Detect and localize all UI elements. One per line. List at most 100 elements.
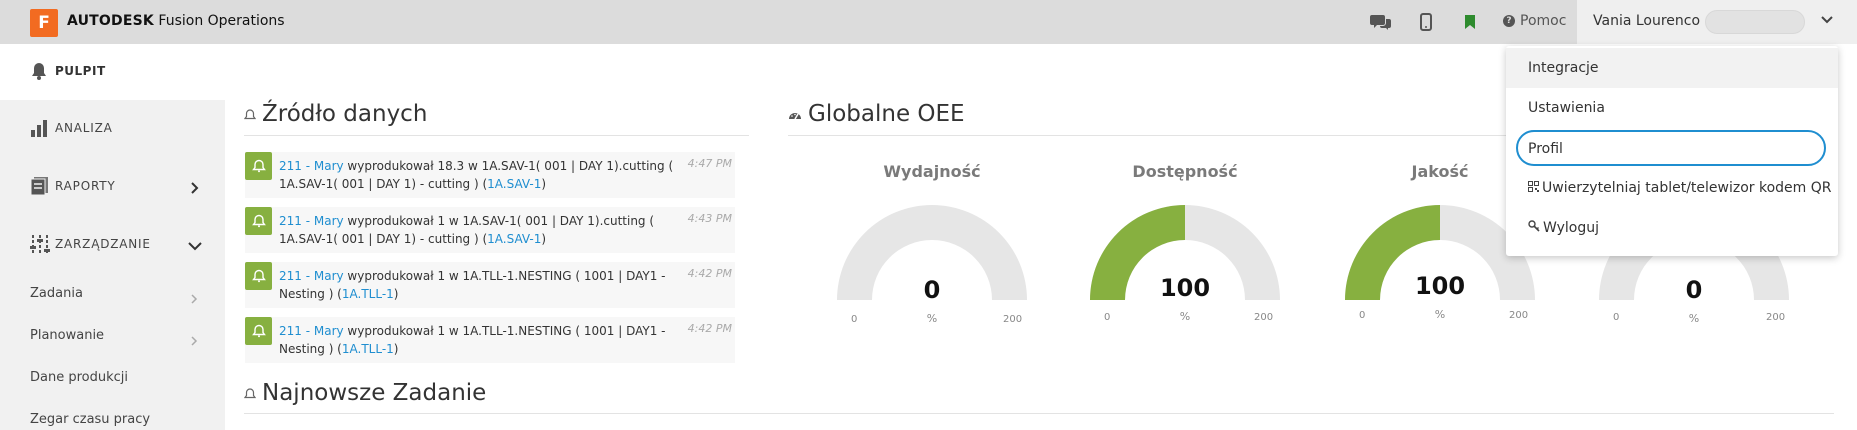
sidebar-subitem-zegar-czasu-pracy[interactable]: Zegar czasu pracy — [0, 404, 225, 430]
feed-text: 211 - Mary wyprodukował 18.3 w 1A.SAV-1(… — [279, 157, 674, 193]
menu-item-label: Profil — [1528, 141, 1563, 157]
gauge-arc — [837, 205, 1027, 300]
section-title-text: Źródło danych — [262, 101, 428, 127]
bell-icon — [30, 62, 48, 84]
bell-icon — [245, 317, 272, 345]
feed-time: 4:43 PM — [687, 212, 732, 225]
gauge-value: 100 — [1159, 274, 1211, 302]
sidebar-subitem-zadania[interactable]: Zadania — [0, 278, 225, 308]
bookmark-icon[interactable] — [1458, 10, 1482, 34]
brand-bold: AUTODESK — [67, 13, 154, 29]
gauge-value: 0 — [923, 276, 941, 304]
sidebar: ANALIZA RAPORTY ZARZĄDZANIE Zadania Plan… — [0, 100, 225, 430]
feed-machine-link[interactable]: 1A.TLL-1 — [342, 342, 394, 356]
menu-item-integracje[interactable]: Integracje — [1506, 48, 1838, 88]
user-avatar-placeholder — [1705, 10, 1805, 34]
mobile-icon[interactable] — [1414, 10, 1438, 34]
gauge-dostepnosc: Dostępność 100 % 0 200 — [1075, 160, 1295, 330]
divider — [244, 413, 1834, 414]
latest-task-title: Najnowsze Zadanie — [243, 380, 487, 406]
top-bar: F AUTODESK Fusion Operations ? Pomoc Van… — [0, 0, 1857, 44]
help-icon: ? — [1503, 15, 1515, 27]
feed-item[interactable]: 211 - Mary wyprodukował 1 w 1A.TLL-1.NES… — [245, 317, 735, 363]
section-title-text: Najnowsze Zadanie — [262, 380, 487, 406]
user-name: Vania Lourenco — [1593, 13, 1701, 29]
chat-icon[interactable] — [1369, 10, 1393, 34]
bar-chart-icon — [30, 118, 50, 142]
chevron-right-icon — [190, 331, 198, 350]
sliders-icon — [30, 234, 50, 260]
feed-user-link[interactable]: 211 - Mary — [279, 214, 344, 228]
menu-item-text: Wyloguj — [1543, 220, 1599, 236]
bell-icon — [243, 380, 257, 406]
feed-user-link[interactable]: 211 - Mary — [279, 324, 344, 338]
feed-tail: ) — [393, 287, 399, 301]
bell-icon — [245, 262, 272, 290]
key-icon — [1528, 220, 1540, 236]
data-source-title: Źródło danych — [243, 101, 428, 127]
feed-tail: ) — [541, 232, 547, 246]
menu-item-ustawienia[interactable]: Ustawienia — [1506, 88, 1838, 128]
user-menu-toggle[interactable]: Vania Lourenco — [1577, 0, 1857, 44]
help-label: Pomoc — [1520, 13, 1567, 29]
feed-tail: ) — [541, 177, 547, 191]
feed-item[interactable]: 211 - Mary wyprodukował 1 w 1A.SAV-1( 00… — [245, 207, 735, 253]
feed-item[interactable]: 211 - Mary wyprodukował 1 w 1A.TLL-1.NES… — [245, 262, 735, 308]
gauge-min: 0 — [1359, 310, 1366, 321]
sidebar-item-pulpit[interactable]: PULPIT — [0, 44, 225, 100]
gauge-max: 200 — [1003, 314, 1023, 325]
sidebar-subitem-label: Dane produkcji — [30, 370, 129, 385]
feed-machine-link[interactable]: 1A.SAV-1 — [487, 177, 541, 191]
sidebar-item-label: RAPORTY — [55, 179, 116, 193]
feed-user-link[interactable]: 211 - Mary — [279, 269, 344, 283]
chevron-right-icon — [188, 179, 200, 198]
feed-time: 4:42 PM — [687, 267, 732, 280]
feed-text: 211 - Mary wyprodukował 1 w 1A.TLL-1.NES… — [279, 322, 674, 358]
sidebar-item-zarzadzanie[interactable]: ZARZĄDZANIE — [0, 224, 225, 264]
sidebar-item-label: ZARZĄDZANIE — [55, 237, 151, 251]
qr-icon — [1528, 180, 1539, 196]
feed-time: 4:42 PM — [687, 322, 732, 335]
gauge-arc — [1090, 205, 1280, 300]
gauge-min: 0 — [1104, 312, 1111, 323]
sidebar-subitem-label: Zadania — [30, 286, 83, 301]
feed-item[interactable]: 211 - Mary wyprodukował 18.3 w 1A.SAV-1(… — [245, 152, 735, 198]
feed-user-link[interactable]: 211 - Mary — [279, 159, 344, 173]
brand-name[interactable]: AUTODESK Fusion Operations — [67, 13, 285, 29]
chevron-right-icon — [190, 289, 198, 308]
sidebar-item-label: PULPIT — [55, 64, 106, 78]
sidebar-item-raporty[interactable]: RAPORTY — [0, 166, 225, 206]
gauge-wydajnosc: Wydajność 0 % 0 200 — [822, 160, 1042, 330]
menu-item-wyloguj[interactable]: Wyloguj — [1506, 208, 1838, 248]
fusion-logo-icon[interactable]: F — [30, 9, 58, 37]
gauge-max: 200 — [1254, 312, 1274, 323]
gauge-min: 0 — [1613, 312, 1620, 323]
gauge-max: 200 — [1766, 312, 1786, 323]
feed-machine-link[interactable]: 1A.SAV-1 — [487, 232, 541, 246]
menu-item-label-wrap: Uwierzytelniaj tablet/telewizor kodem QR — [1528, 180, 1832, 196]
sidebar-subitem-planowanie[interactable]: Planowanie — [0, 320, 225, 350]
sidebar-subitem-label: Zegar czasu pracy — [30, 412, 151, 427]
divider — [244, 135, 749, 136]
global-oee-title: Globalne OEE — [788, 101, 965, 127]
feed-machine-link[interactable]: 1A.TLL-1 — [342, 287, 394, 301]
chevron-down-icon — [188, 237, 202, 256]
feed-tail: ) — [393, 342, 399, 356]
bell-icon — [245, 152, 272, 180]
brand-rest: Fusion Operations — [153, 13, 285, 29]
menu-item-profil[interactable]: Profil — [1516, 130, 1826, 166]
menu-item-label: Ustawienia — [1528, 100, 1605, 116]
sidebar-subitem-label: Planowanie — [30, 328, 105, 343]
sidebar-item-analiza[interactable]: ANALIZA — [0, 108, 225, 148]
help-link[interactable]: ? Pomoc — [1503, 13, 1566, 29]
menu-item-label-wrap: Wyloguj — [1528, 220, 1599, 236]
sidebar-item-label: ANALIZA — [55, 121, 113, 135]
bell-icon — [245, 207, 272, 235]
menu-item-qr-auth[interactable]: Uwierzytelniaj tablet/telewizor kodem QR — [1506, 168, 1838, 208]
section-title-text: Globalne OEE — [808, 101, 965, 127]
gauge-value: 100 — [1414, 272, 1466, 300]
gauge-min: 0 — [851, 314, 858, 325]
dashboard-icon — [788, 101, 802, 127]
sidebar-subitem-dane-produkcji[interactable]: Dane produkcji — [0, 362, 225, 392]
feed-time: 4:47 PM — [687, 157, 732, 170]
